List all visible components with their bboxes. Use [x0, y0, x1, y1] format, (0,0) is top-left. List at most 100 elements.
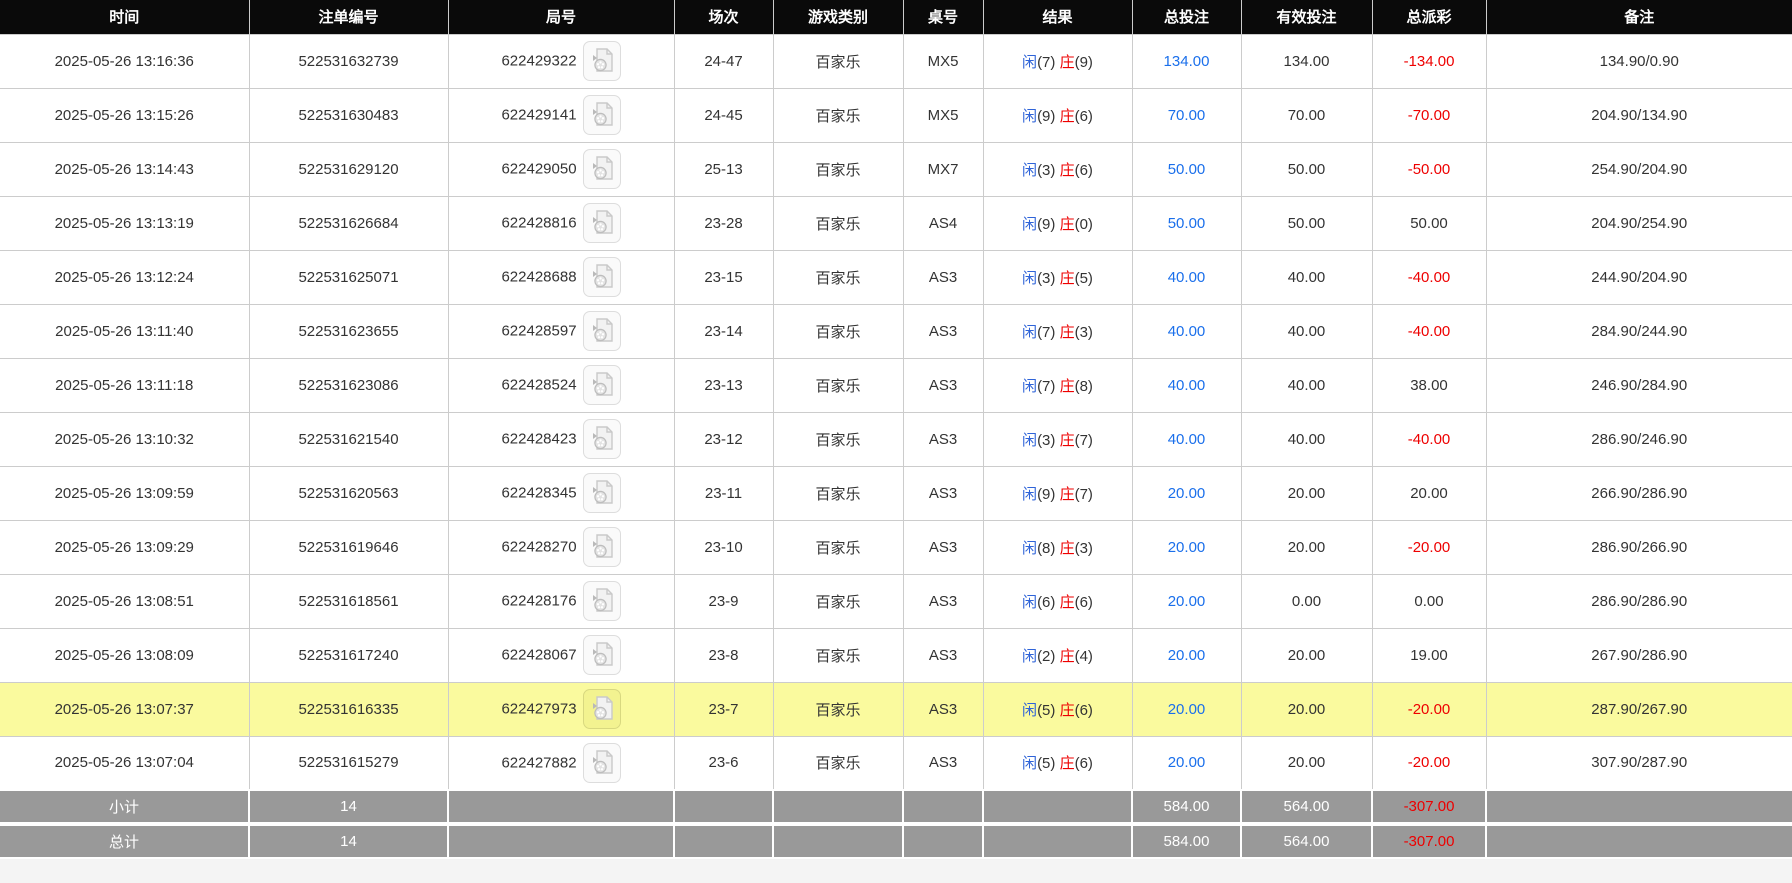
- cell-total-bet[interactable]: 20.00: [1131, 519, 1242, 575]
- cell-bet-no: 522531617240: [248, 627, 449, 683]
- table-row[interactable]: 2025-05-26 13:09:59 522531620563 6224283…: [0, 465, 1792, 521]
- cell-table-no: AS3: [902, 681, 984, 737]
- video-replay-button[interactable]: [582, 257, 621, 297]
- video-replay-button[interactable]: [582, 203, 621, 243]
- cell-total-bet[interactable]: 20.00: [1131, 627, 1242, 683]
- cell-result: 闲(9) 庄(7): [982, 465, 1133, 521]
- video-replay-button[interactable]: [582, 365, 621, 405]
- cell-payout: 50.00: [1371, 195, 1487, 251]
- cell-valid-bet: 20.00: [1240, 627, 1373, 683]
- result-player-score: (5): [1037, 701, 1056, 719]
- film-replay-icon: [592, 588, 613, 612]
- cell-round-no: 622427973: [447, 681, 675, 737]
- video-replay-button[interactable]: [582, 95, 621, 135]
- cell-bet-no: 522531625071: [248, 249, 449, 305]
- cell-game-type: 百家乐: [772, 735, 904, 791]
- cell-game-type: 百家乐: [772, 87, 904, 143]
- table-row[interactable]: 2025-05-26 13:14:43 522531629120 6224290…: [0, 141, 1792, 197]
- cell-session: 23-14: [673, 303, 774, 359]
- table-row[interactable]: 2025-05-26 13:15:26 522531630483 6224291…: [0, 87, 1792, 143]
- cell-game-type: 百家乐: [772, 141, 904, 197]
- cell-payout: -40.00: [1371, 303, 1487, 359]
- table-row[interactable]: 2025-05-26 13:09:29 522531619646 6224282…: [0, 519, 1792, 575]
- round-no-text: 622428524: [501, 376, 577, 394]
- cell-total-bet[interactable]: 40.00: [1131, 303, 1242, 359]
- video-replay-button[interactable]: [582, 419, 621, 459]
- cell-table-no: AS3: [902, 303, 984, 359]
- video-replay-button[interactable]: [582, 149, 621, 189]
- cell-table-no: AS3: [902, 411, 984, 467]
- result-player-label: 闲: [1022, 161, 1038, 179]
- cell-session: 23-11: [673, 465, 774, 521]
- round-no-text: 622428423: [501, 430, 577, 448]
- result-player-label: 闲: [1022, 269, 1038, 287]
- table-row[interactable]: 2025-05-26 13:07:37 522531616335 6224279…: [0, 681, 1792, 737]
- video-replay-button[interactable]: [582, 581, 621, 621]
- cell-session: 23-9: [673, 573, 774, 629]
- cell-session: 23-10: [673, 519, 774, 575]
- result-player-label: 闲: [1022, 755, 1038, 773]
- round-no-text: 622428816: [501, 214, 577, 232]
- result-player-label: 闲: [1022, 431, 1038, 449]
- cell-total-bet[interactable]: 20.00: [1131, 735, 1242, 791]
- round-no-text: 622427973: [501, 700, 577, 718]
- cell-total-bet[interactable]: 40.00: [1131, 411, 1242, 467]
- video-replay-button[interactable]: [582, 635, 621, 675]
- header-payout: 总派彩: [1372, 0, 1487, 35]
- cell-total-bet[interactable]: 70.00: [1131, 87, 1242, 143]
- cell-result: 闲(7) 庄(9): [982, 33, 1133, 89]
- round-no-text: 622427882: [501, 754, 577, 772]
- table-row[interactable]: 2025-05-26 13:13:19 522531626684 6224288…: [0, 195, 1792, 251]
- video-replay-button[interactable]: [582, 742, 621, 783]
- cell-session: 23-15: [673, 249, 774, 305]
- cell-time: 2025-05-26 13:09:29: [0, 519, 250, 575]
- video-replay-button[interactable]: [582, 41, 621, 81]
- cell-time: 2025-05-26 13:09:59: [0, 465, 250, 521]
- cell-total-bet[interactable]: 134.00: [1131, 33, 1242, 89]
- cell-total-bet[interactable]: 20.00: [1131, 573, 1242, 629]
- cell-round-no: 622429141: [447, 87, 675, 143]
- cell-result: 闲(8) 庄(3): [982, 519, 1133, 575]
- video-replay-button[interactable]: [582, 527, 621, 567]
- cell-total-bet[interactable]: 20.00: [1131, 465, 1242, 521]
- table-row[interactable]: 2025-05-26 13:08:09 522531617240 6224280…: [0, 627, 1792, 683]
- video-replay-button[interactable]: [582, 311, 621, 351]
- video-replay-button[interactable]: [582, 473, 621, 513]
- table-row[interactable]: 2025-05-26 13:07:04 522531615279 6224278…: [0, 735, 1792, 791]
- cell-total-bet[interactable]: 50.00: [1131, 141, 1242, 197]
- cell-result: 闲(7) 庄(3): [982, 303, 1133, 359]
- cell-round-no: 622428345: [447, 465, 675, 521]
- result-banker-score: (6): [1074, 107, 1093, 125]
- cell-time: 2025-05-26 13:08:09: [0, 627, 250, 683]
- cell-result: 闲(7) 庄(8): [982, 357, 1133, 413]
- cell-total-bet[interactable]: 20.00: [1131, 681, 1242, 737]
- table-row[interactable]: 2025-05-26 13:11:18 522531623086 6224285…: [0, 357, 1792, 413]
- film-replay-icon: [592, 156, 613, 180]
- table-row[interactable]: 2025-05-26 13:16:36 522531632739 6224293…: [0, 33, 1792, 89]
- total-payout: -307.00: [1371, 822, 1487, 859]
- result-banker-score: (0): [1074, 215, 1093, 233]
- cell-time: 2025-05-26 13:11:18: [0, 357, 250, 413]
- subtotal-payout: -307.00: [1371, 789, 1487, 825]
- table-header: 时间 注单编号 局号 场次 游戏类别 桌号 结果 总投注 有效投注 总派彩 备注: [0, 0, 1792, 35]
- cell-payout: -134.00: [1371, 33, 1487, 89]
- cell-total-bet[interactable]: 50.00: [1131, 195, 1242, 251]
- result-banker-label: 庄: [1059, 107, 1075, 125]
- cell-remark: 204.90/254.90: [1485, 195, 1792, 251]
- cell-remark: 246.90/284.90: [1485, 357, 1792, 413]
- result-player-label: 闲: [1022, 323, 1038, 341]
- cell-total-bet[interactable]: 40.00: [1131, 249, 1242, 305]
- cell-valid-bet: 40.00: [1240, 357, 1373, 413]
- cell-game-type: 百家乐: [772, 303, 904, 359]
- total-label: 总计: [0, 822, 250, 859]
- film-replay-icon: [592, 426, 613, 450]
- cell-session: 23-12: [673, 411, 774, 467]
- cell-remark: 267.90/286.90: [1485, 627, 1792, 683]
- video-replay-button[interactable]: [582, 689, 621, 729]
- table-row[interactable]: 2025-05-26 13:11:40 522531623655 6224285…: [0, 303, 1792, 359]
- table-row[interactable]: 2025-05-26 13:12:24 522531625071 6224286…: [0, 249, 1792, 305]
- result-player-score: (7): [1037, 53, 1056, 71]
- cell-total-bet[interactable]: 40.00: [1131, 357, 1242, 413]
- table-row[interactable]: 2025-05-26 13:10:32 522531621540 6224284…: [0, 411, 1792, 467]
- table-row[interactable]: 2025-05-26 13:08:51 522531618561 6224281…: [0, 573, 1792, 629]
